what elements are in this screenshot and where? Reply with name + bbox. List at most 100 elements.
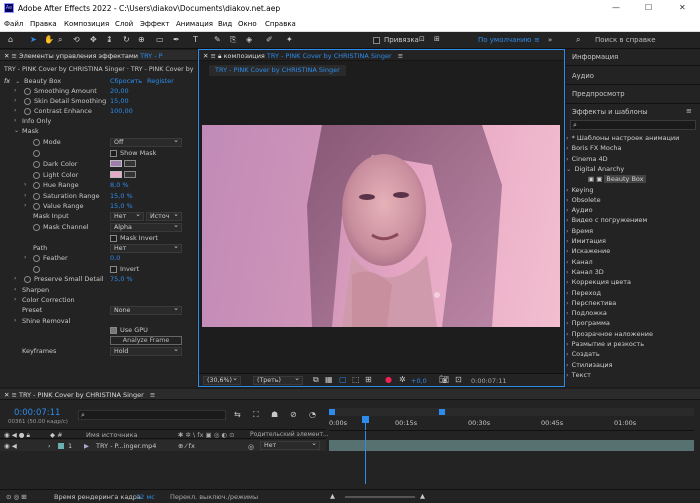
expand-arrow-icon[interactable]: › (566, 216, 569, 224)
use-gpu-checkbox[interactable] (110, 327, 117, 334)
effects-category-0[interactable]: › * Шаблоны настроек анимации (566, 134, 679, 142)
workspace-menu-icon[interactable]: ≡ (534, 36, 540, 44)
stopwatch-icon[interactable] (33, 193, 40, 200)
effects-category-12[interactable]: › Канал 3D (566, 268, 604, 276)
stopwatch-icon[interactable] (24, 98, 31, 105)
frame-blending-icon[interactable]: ⊘ (290, 410, 297, 419)
value-range-value[interactable]: 15,0 % (110, 201, 133, 211)
analyze-frame-button[interactable]: Analyze Frame (110, 336, 182, 345)
help-search-input[interactable]: Поиск в справке (595, 36, 656, 44)
effects-category-18[interactable]: › Прозрачное наложение (566, 330, 653, 338)
composition-subtab[interactable]: TRY - PINK Cover by CHRISTINA Singer (209, 65, 346, 76)
source-name-header[interactable]: Имя источника (86, 431, 138, 439)
layer-name[interactable]: TRY - P...inger.mp4 (96, 442, 156, 450)
rotate-tool-icon[interactable]: ↻ (123, 35, 130, 44)
zoom-dropdown[interactable]: (30,6%) (203, 375, 241, 385)
menu-window[interactable]: Окно (238, 20, 257, 28)
eraser-tool-icon[interactable]: ◈ (246, 35, 252, 44)
time-ruler[interactable]: 0:00s 00:15s 00:30s 00:45s 01:00s (329, 416, 694, 430)
collapse-arrow-icon[interactable]: ⌄ (566, 165, 571, 173)
menu-edit[interactable]: Правка (30, 20, 57, 28)
eyedropper-icon[interactable] (124, 171, 136, 178)
work-area-start-handle[interactable] (329, 409, 335, 415)
effects-category-5[interactable]: › Obsolete (566, 196, 601, 204)
expand-arrow-icon[interactable]: › (24, 202, 26, 209)
zoom-in-icon[interactable]: ▲ (420, 492, 425, 500)
stopwatch-icon[interactable] (33, 150, 40, 157)
panel-options-icon[interactable]: ≡ (398, 52, 403, 60)
snap-checkbox[interactable] (373, 37, 380, 44)
expand-arrow-icon[interactable]: › (566, 237, 569, 245)
hue-range-value[interactable]: 8,0 % (110, 180, 129, 190)
selection-tool-icon[interactable]: ➤ (30, 35, 37, 44)
panel-menu-icon[interactable]: ≡ (12, 52, 20, 60)
feather-value[interactable]: 0,0 (110, 253, 120, 263)
effects-category-21[interactable]: › Стилизация (566, 361, 613, 369)
draft-3d-icon[interactable]: ⛶ (253, 410, 259, 420)
playhead-handle[interactable] (362, 416, 369, 423)
effect-item-beauty-box[interactable]: ▣ ▣ Beauty Box (588, 175, 646, 184)
panel-menu-icon[interactable]: ≡ (12, 391, 20, 399)
menu-animation[interactable]: Анимация (176, 20, 213, 28)
stopwatch-icon[interactable] (24, 108, 31, 115)
skin-detail-value[interactable]: 15,00 (110, 96, 129, 106)
effect-controls-layer[interactable]: TRY - P (140, 52, 162, 60)
menu-file[interactable]: Файл (4, 20, 23, 28)
mask-input-dropdown[interactable]: Нет (110, 211, 144, 221)
fast-preview-icon[interactable]: ⧉ (313, 375, 319, 385)
timeline-tab[interactable]: TRY - PINK Cover by CHRISTINA Singer (19, 391, 144, 399)
eyedropper-icon[interactable] (124, 160, 136, 167)
path-dropdown[interactable]: Нет (110, 243, 182, 253)
effects-category-22[interactable]: › Текст (566, 371, 591, 379)
home-icon[interactable]: ⌂ (8, 35, 13, 44)
expand-arrow-icon[interactable]: › (566, 330, 569, 338)
close-icon[interactable]: ✕ (4, 391, 12, 399)
effects-category-11[interactable]: › Канал (566, 258, 593, 266)
effects-category-3[interactable]: ⌄ Digital Anarchy (566, 165, 624, 173)
saturation-range-value[interactable]: 15,0 % (110, 191, 133, 201)
exposure-value[interactable]: +0,0 (411, 377, 427, 385)
stopwatch-icon[interactable] (33, 255, 40, 262)
mask-visibility-icon[interactable]: ▢ (339, 375, 347, 384)
layer-switches-icon[interactable]: ⊕ ⁄ fx (178, 442, 195, 450)
work-area-bar[interactable] (329, 408, 694, 416)
stopwatch-icon[interactable] (24, 276, 31, 283)
expand-arrow-icon[interactable]: › (14, 87, 16, 94)
effects-category-1[interactable]: › Boris FX Mocha (566, 144, 622, 152)
mask-channel-dropdown[interactable]: Alpha (110, 222, 182, 232)
layer-label-color[interactable] (58, 443, 64, 449)
stopwatch-icon[interactable] (33, 266, 40, 273)
effects-category-16[interactable]: › Подложка (566, 309, 607, 317)
parent-pickwhip-icon[interactable]: ◎ (248, 443, 254, 451)
fx-icon[interactable]: fx (4, 77, 10, 85)
layer-duration-bar[interactable] (329, 440, 694, 451)
effects-search-input[interactable]: ⌕ (570, 120, 696, 130)
effects-category-7[interactable]: › Видео с погружением (566, 216, 647, 224)
layer-expand-icon[interactable]: › (48, 442, 51, 450)
contrast-value[interactable]: 100,00 (110, 106, 133, 116)
mask-invert-checkbox[interactable] (110, 235, 117, 242)
expand-arrow-icon[interactable]: › (566, 258, 569, 266)
effect-controls-tab[interactable]: Элементы управления эффектами (19, 52, 138, 60)
info-panel-tab[interactable]: Информация (572, 53, 618, 61)
collapse-arrow-icon[interactable]: ⌄ (14, 127, 19, 134)
minimize-button[interactable]: — (612, 3, 620, 12)
info-only-group[interactable]: Info Only (22, 116, 51, 126)
expand-arrow-icon[interactable]: › (566, 371, 569, 379)
effects-category-10[interactable]: › Искажение (566, 247, 610, 255)
expand-arrow-icon[interactable]: › (14, 97, 16, 104)
anchor-tool-icon[interactable]: ⊕ (138, 35, 145, 44)
effects-category-14[interactable]: › Переход (566, 289, 601, 297)
expand-arrow-icon[interactable]: › (566, 278, 569, 286)
menu-layer[interactable]: Слой (115, 20, 133, 28)
puppet-tool-icon[interactable]: ✦ (286, 35, 293, 44)
preserve-small-value[interactable]: 75,0 % (110, 274, 133, 284)
workspace-more-icon[interactable]: » (548, 36, 552, 44)
snap-edges-icon[interactable]: ⊞ (434, 35, 440, 43)
brush-tool-icon[interactable]: ✎ (214, 35, 221, 44)
pan-tool-icon[interactable]: ✥ (90, 35, 97, 44)
expand-arrow-icon[interactable]: › (566, 361, 569, 369)
parent-dropdown[interactable]: Нет (260, 440, 320, 450)
exposure-reset-icon[interactable]: ✲ (399, 375, 406, 384)
expand-arrow-icon[interactable]: › (566, 155, 569, 163)
